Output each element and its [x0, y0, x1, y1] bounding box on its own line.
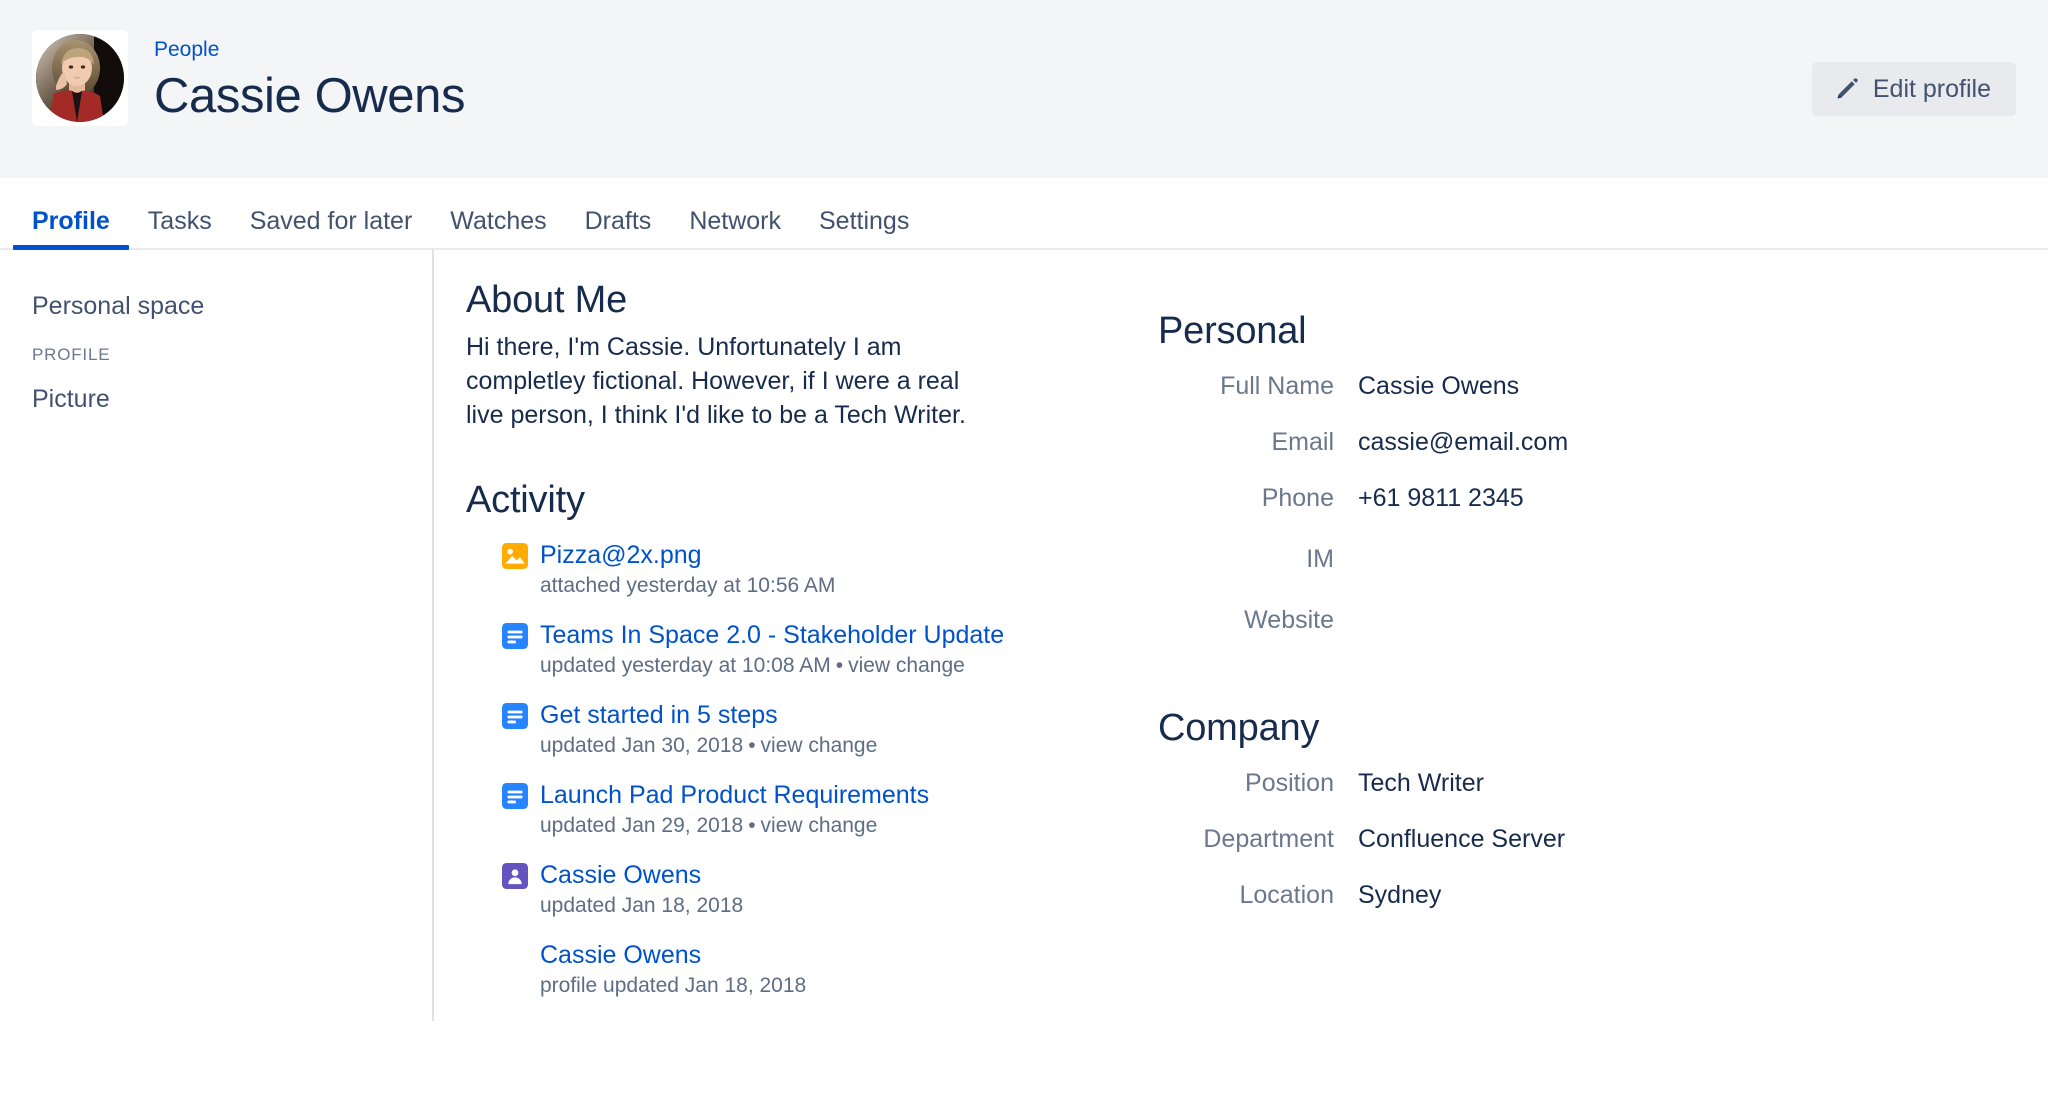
activity-meta-text: attached yesterday at 10:56 AM — [540, 574, 835, 597]
details-column: Personal Full Name Cassie Owens Email ca… — [1066, 278, 2048, 1021]
image-file-icon — [502, 543, 528, 569]
detail-label: Position — [1158, 768, 1358, 798]
activity-meta-text: updated yesterday at 10:08 AM — [540, 654, 831, 677]
detail-row-email: Email cassie@email.com — [1158, 427, 2048, 457]
activity-link[interactable]: Launch Pad Product Requirements — [540, 781, 929, 810]
activity-meta: updated yesterday at 10:08 AM•view chang… — [502, 652, 1066, 679]
sidebar-item-personal-space[interactable]: Personal space — [32, 294, 408, 319]
no-icon-spacer — [502, 943, 528, 969]
detail-label: IM — [1158, 544, 1358, 574]
page-icon — [502, 623, 528, 649]
activity-meta: updated Jan 18, 2018 — [502, 892, 1066, 919]
tab-settings[interactable]: Settings — [800, 209, 928, 248]
page-icon — [502, 703, 528, 729]
meta-separator: • — [743, 814, 760, 837]
breadcrumb-people[interactable]: People — [154, 38, 465, 61]
activity-meta-text: profile updated Jan 18, 2018 — [540, 974, 806, 997]
detail-label: Email — [1158, 427, 1358, 457]
list-item: Launch Pad Product Requirements updated … — [502, 781, 1066, 839]
detail-label: Phone — [1158, 483, 1358, 513]
edit-profile-button[interactable]: Edit profile — [1812, 62, 2016, 116]
about-and-activity-column: About Me Hi there, I'm Cassie. Unfortuna… — [466, 278, 1066, 1021]
detail-value: Sydney — [1358, 880, 1441, 910]
avatar[interactable] — [32, 30, 128, 126]
activity-meta-text: updated Jan 18, 2018 — [540, 894, 743, 917]
header-text-block: People Cassie Owens — [154, 30, 465, 124]
activity-meta-text: updated Jan 30, 2018 — [540, 734, 743, 757]
detail-value: Confluence Server — [1358, 824, 1565, 854]
activity-link[interactable]: Pizza@2x.png — [540, 541, 702, 570]
tab-drafts[interactable]: Drafts — [566, 209, 671, 248]
user-profile-icon — [502, 863, 528, 889]
profile-page: People Cassie Owens Edit profile Profile… — [0, 0, 2048, 1118]
personal-section-heading: Personal — [1158, 310, 2048, 353]
content-area: About Me Hi there, I'm Cassie. Unfortuna… — [434, 250, 2048, 1021]
tab-tasks-label: Tasks — [148, 207, 212, 235]
activity-meta-text: updated Jan 29, 2018 — [540, 814, 743, 837]
tab-network-label: Network — [689, 207, 781, 235]
avatar-photo — [36, 34, 124, 122]
activity-link[interactable]: Teams In Space 2.0 - Stakeholder Update — [540, 621, 1004, 650]
activity-meta: updated Jan 29, 2018•view change — [502, 812, 1066, 839]
list-item: Get started in 5 steps updated Jan 30, 2… — [502, 701, 1066, 759]
tab-watches[interactable]: Watches — [431, 209, 565, 248]
list-item: Cassie Owens profile updated Jan 18, 201… — [502, 941, 1066, 999]
detail-row-department: Department Confluence Server — [1158, 824, 2048, 854]
activity-meta: attached yesterday at 10:56 AM — [502, 572, 1066, 599]
view-change-link[interactable]: view change — [761, 814, 878, 837]
tab-saved-for-later[interactable]: Saved for later — [231, 209, 432, 248]
sidebar-section-heading-profile: PROFILE — [32, 346, 408, 363]
page-header: People Cassie Owens Edit profile — [0, 0, 2048, 178]
activity-heading: Activity — [466, 478, 1066, 524]
tab-drafts-label: Drafts — [585, 207, 652, 235]
activity-meta: profile updated Jan 18, 2018 — [502, 972, 1066, 999]
activity-meta: updated Jan 30, 2018•view change — [502, 732, 1066, 759]
company-section-heading: Company — [1158, 707, 2048, 750]
page-title: Cassie Owens — [154, 69, 465, 124]
detail-value: Cassie Owens — [1358, 371, 1519, 401]
detail-row-website: Website — [1158, 600, 2048, 635]
tab-watches-label: Watches — [450, 207, 546, 235]
pencil-icon — [1834, 76, 1860, 102]
list-item: Cassie Owens updated Jan 18, 2018 — [502, 861, 1066, 919]
activity-list: Pizza@2x.png attached yesterday at 10:56… — [466, 541, 1066, 999]
detail-row-phone: Phone +61 9811 2345 — [1158, 483, 2048, 513]
tab-saved-for-later-label: Saved for later — [250, 207, 413, 235]
detail-row-im: IM — [1158, 539, 2048, 574]
sidebar-item-picture[interactable]: Picture — [32, 387, 408, 412]
detail-value: +61 9811 2345 — [1358, 483, 1524, 513]
detail-row-full-name: Full Name Cassie Owens — [1158, 371, 2048, 401]
profile-tabs-bar: Profile Tasks Saved for later Watches Dr… — [0, 178, 2048, 250]
view-change-link[interactable]: view change — [761, 734, 878, 757]
detail-label: Department — [1158, 824, 1358, 854]
activity-link[interactable]: Cassie Owens — [540, 861, 701, 890]
list-item: Teams In Space 2.0 - Stakeholder Update … — [502, 621, 1066, 679]
meta-separator: • — [743, 734, 760, 757]
tab-network[interactable]: Network — [670, 209, 800, 248]
tab-tasks[interactable]: Tasks — [129, 209, 231, 248]
detail-value: cassie@email.com — [1358, 427, 1568, 457]
meta-separator: • — [831, 654, 848, 677]
tab-settings-label: Settings — [819, 207, 909, 235]
edit-profile-label: Edit profile — [1873, 75, 1991, 104]
sidebar: Personal space PROFILE Picture — [32, 250, 432, 1021]
about-me-text: Hi there, I'm Cassie. Unfortunately I am… — [466, 330, 986, 432]
detail-value: Tech Writer — [1358, 768, 1484, 798]
tab-profile-label: Profile — [32, 207, 110, 235]
tab-profile[interactable]: Profile — [13, 209, 129, 248]
view-change-link[interactable]: view change — [848, 654, 965, 677]
activity-link[interactable]: Get started in 5 steps — [540, 701, 778, 730]
list-item: Pizza@2x.png attached yesterday at 10:56… — [502, 541, 1066, 599]
detail-label: Location — [1158, 880, 1358, 910]
detail-label: Website — [1158, 605, 1358, 635]
about-me-heading: About Me — [466, 278, 1066, 324]
activity-link[interactable]: Cassie Owens — [540, 941, 701, 970]
detail-row-location: Location Sydney — [1158, 880, 2048, 910]
profile-tabs: Profile Tasks Saved for later Watches Dr… — [32, 178, 2016, 248]
page-icon — [502, 783, 528, 809]
page-body: Personal space PROFILE Picture About Me … — [0, 250, 2048, 1021]
detail-label: Full Name — [1158, 371, 1358, 401]
detail-row-position: Position Tech Writer — [1158, 768, 2048, 798]
